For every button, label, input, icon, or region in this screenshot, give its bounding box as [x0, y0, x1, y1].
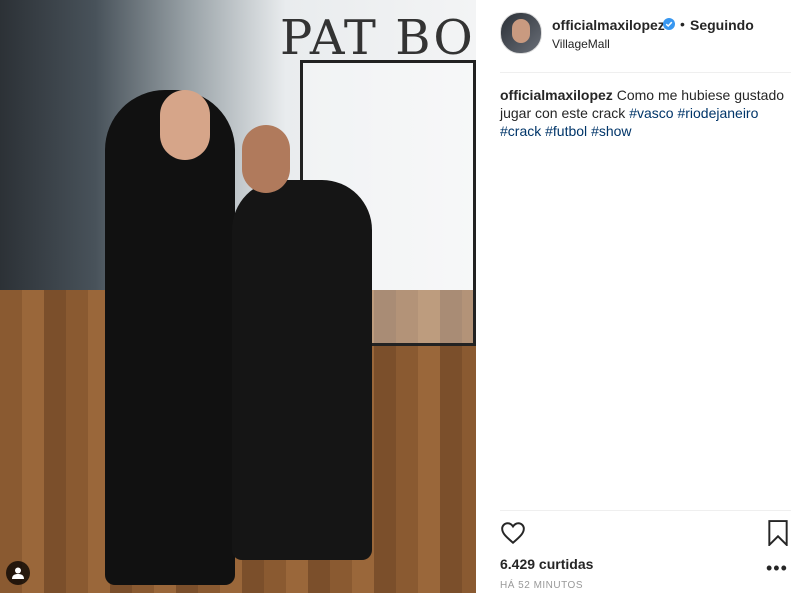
hashtag-link[interactable]: #futbol [545, 123, 587, 139]
header-separator: • [680, 16, 685, 32]
location-link[interactable]: VillageMall [552, 37, 610, 51]
heart-icon[interactable] [500, 520, 526, 546]
post-header: officialmaxilopez • Seguindo VillageMall [500, 12, 790, 62]
post-timestamp[interactable]: HÁ 52 MINUTOS [500, 580, 583, 591]
photo-person-right [232, 180, 372, 560]
post-photo[interactable]: PAT BO [0, 0, 476, 593]
header-divider [500, 72, 791, 73]
photo-person-left-head [160, 90, 210, 160]
likes-count[interactable]: 6.429 curtidas [500, 556, 593, 572]
user-tag-icon[interactable] [6, 561, 30, 585]
verified-badge-icon [663, 18, 675, 30]
following-button[interactable]: Seguindo [690, 17, 754, 33]
more-options-icon[interactable]: ••• [766, 558, 788, 579]
actions-divider [500, 510, 791, 511]
hashtag-link[interactable]: #show [591, 123, 631, 139]
post-side-panel: officialmaxilopez • Seguindo VillageMall… [476, 0, 807, 593]
hashtag-link[interactable]: #vasco [629, 105, 673, 121]
photo-person-left [105, 90, 235, 585]
photo-store-sign: PAT BO [280, 10, 475, 66]
header-username[interactable]: officialmaxilopez [552, 17, 665, 33]
bookmark-icon[interactable] [766, 520, 790, 546]
hashtag-link[interactable]: #riodejaneiro [677, 105, 758, 121]
post-caption: officialmaxilopez Como me hubiese gustad… [500, 86, 790, 140]
photo-person-right-head [242, 125, 290, 193]
avatar-face [512, 19, 530, 43]
hashtag-link[interactable]: #crack [500, 123, 541, 139]
avatar[interactable] [500, 12, 542, 54]
caption-username[interactable]: officialmaxilopez [500, 87, 613, 103]
